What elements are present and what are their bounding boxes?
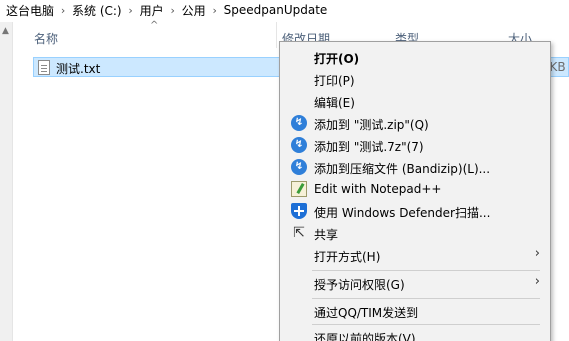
menu-item-label: 添加到压缩文件 (Bandizip)(L)... bbox=[314, 162, 491, 176]
menu-separator bbox=[312, 270, 540, 271]
address-breadcrumb: 这台电脑 › 系统 (C:) › 用户 › 公用 › SpeedpanUpdat… bbox=[0, 0, 569, 20]
breadcrumb-separator-icon[interactable]: › bbox=[54, 4, 72, 17]
menu-item-defender-scan[interactable]: 使用 Windows Defender扫描... bbox=[281, 200, 549, 222]
menu-item-restore-previous[interactable]: 还原以前的版本(V) bbox=[281, 326, 549, 341]
chevron-right-icon: › bbox=[534, 274, 540, 289]
menu-item-label: 通过QQ/TIM发送到 bbox=[314, 306, 419, 320]
menu-item-open[interactable]: 打开(O) bbox=[281, 46, 549, 68]
share-icon: ⇱ bbox=[293, 225, 305, 241]
menu-item-label: 打开方式(H) bbox=[314, 250, 381, 264]
menu-item-label: 还原以前的版本(V) bbox=[314, 332, 416, 341]
defender-shield-icon bbox=[291, 203, 307, 219]
breadcrumb-separator-icon[interactable]: › bbox=[206, 4, 224, 17]
breadcrumb-system-c[interactable]: 系统 (C:) bbox=[72, 2, 122, 19]
menu-item-edit[interactable]: 编辑(E) bbox=[281, 90, 549, 112]
navigation-pane[interactable]: ▲ bbox=[0, 22, 13, 341]
menu-item-label: 添加到 "测试.zip"(Q) bbox=[314, 118, 429, 132]
menu-item-share[interactable]: ⇱ 共享 bbox=[281, 222, 549, 244]
menu-item-label: 打印(P) bbox=[314, 74, 355, 88]
menu-item-add-to-7z[interactable]: ↯ 添加到 "测试.7z"(7) bbox=[281, 134, 549, 156]
breadcrumb-separator-icon[interactable]: › bbox=[122, 4, 140, 17]
menu-item-send-via-qq[interactable]: 通过QQ/TIM发送到 bbox=[281, 300, 549, 322]
sort-ascending-icon: ^ bbox=[150, 20, 159, 31]
menu-item-edit-with-notepad[interactable]: Edit with Notepad++ bbox=[281, 178, 549, 200]
context-menu: 打开(O) 打印(P) 编辑(E) ↯ 添加到 "测试.zip"(Q) ↯ 添加… bbox=[279, 41, 551, 341]
bandizip-icon: ↯ bbox=[291, 159, 307, 175]
notepad-plus-plus-icon bbox=[291, 181, 307, 197]
menu-item-label: 授予访问权限(G) bbox=[314, 278, 405, 292]
menu-item-add-to-archive[interactable]: ↯ 添加到压缩文件 (Bandizip)(L)... bbox=[281, 156, 549, 178]
menu-item-label: 打开(O) bbox=[314, 52, 360, 66]
menu-item-label: Edit with Notepad++ bbox=[314, 182, 442, 196]
menu-item-open-with[interactable]: 打开方式(H) › bbox=[281, 244, 549, 266]
menu-separator bbox=[312, 298, 540, 299]
menu-separator bbox=[312, 324, 540, 325]
breadcrumb-this-pc[interactable]: 这台电脑 bbox=[6, 2, 54, 19]
column-header-name[interactable]: 名称 bbox=[34, 30, 58, 47]
menu-item-grant-access[interactable]: 授予访问权限(G) › bbox=[281, 272, 549, 294]
menu-item-label: 添加到 "测试.7z"(7) bbox=[314, 140, 424, 154]
menu-item-label: 共享 bbox=[314, 228, 339, 242]
bandizip-icon: ↯ bbox=[291, 115, 307, 131]
breadcrumb-users[interactable]: 用户 bbox=[140, 2, 164, 19]
text-file-icon bbox=[38, 60, 50, 75]
scroll-up-icon[interactable]: ▲ bbox=[2, 26, 9, 36]
file-name: 测试.txt bbox=[56, 62, 101, 76]
menu-item-add-to-zip[interactable]: ↯ 添加到 "测试.zip"(Q) bbox=[281, 112, 549, 134]
breadcrumb-speedpanupdate[interactable]: SpeedpanUpdate bbox=[224, 3, 328, 17]
breadcrumb-separator-icon[interactable]: › bbox=[164, 4, 182, 17]
menu-item-label: 使用 Windows Defender扫描... bbox=[314, 206, 491, 220]
bandizip-icon: ↯ bbox=[291, 137, 307, 153]
menu-item-label: 编辑(E) bbox=[314, 96, 355, 110]
column-divider[interactable] bbox=[276, 22, 277, 48]
chevron-right-icon: › bbox=[534, 246, 540, 261]
breadcrumb-public[interactable]: 公用 bbox=[182, 2, 206, 19]
menu-item-print[interactable]: 打印(P) bbox=[281, 68, 549, 90]
